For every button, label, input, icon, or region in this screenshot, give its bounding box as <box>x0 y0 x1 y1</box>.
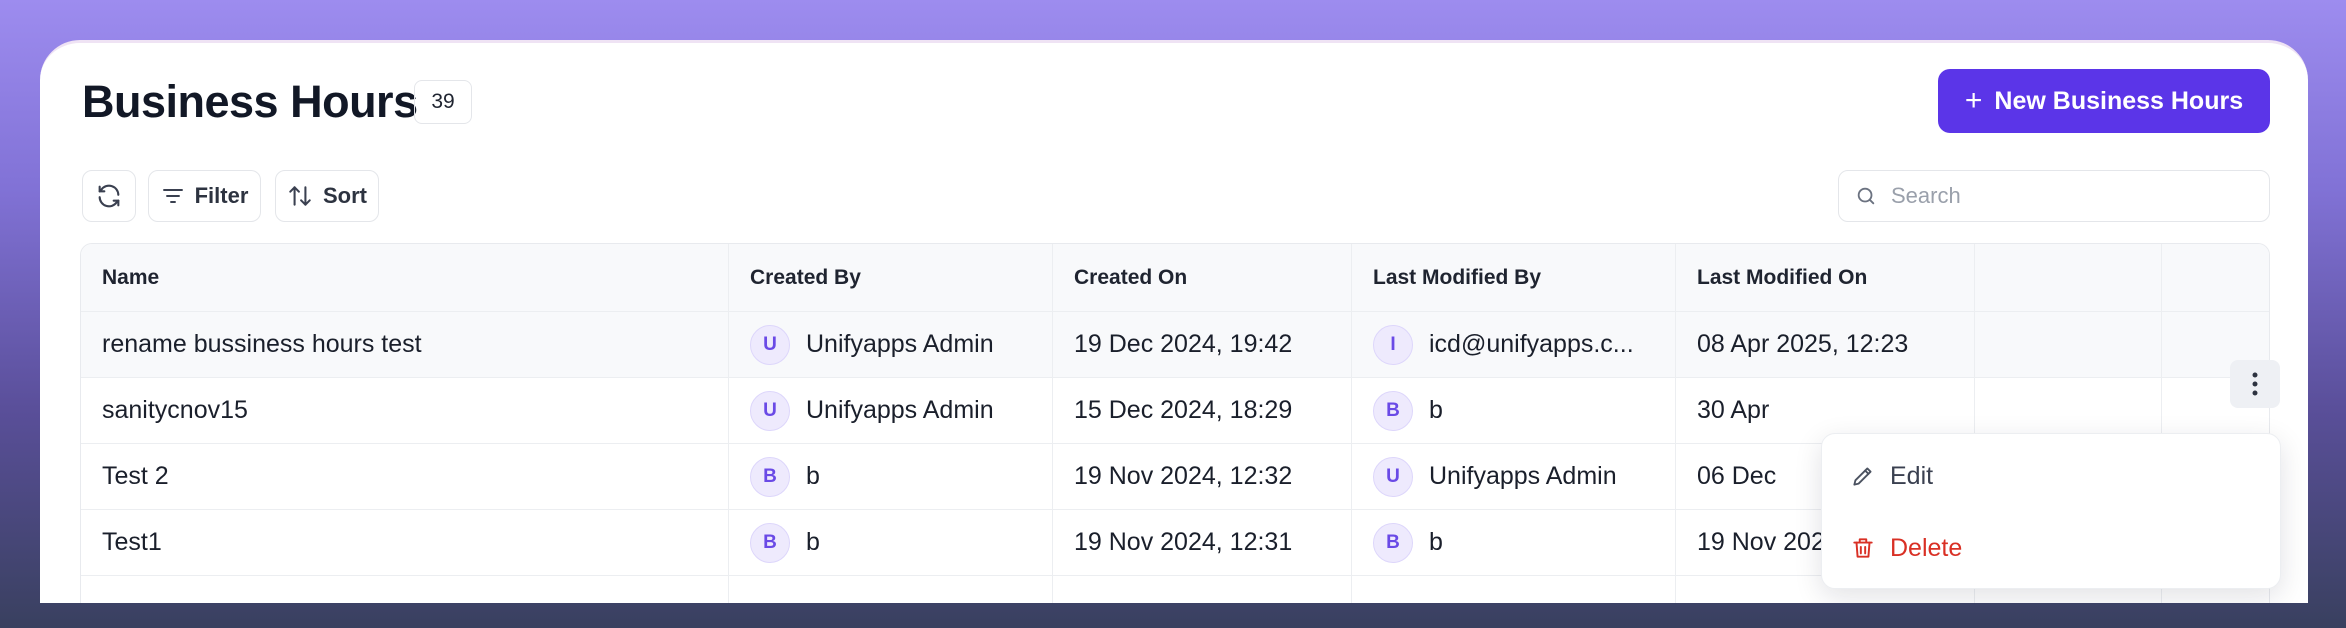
row-created-by: Bb <box>729 444 1053 509</box>
main-card: Business Hours 39 + New Business Hours F… <box>40 40 2308 603</box>
row-modified-by: Iicd@unifyapps.c... <box>1352 312 1676 377</box>
column-header-created-by[interactable]: Created By <box>729 244 1053 311</box>
sort-button[interactable]: Sort <box>275 170 379 222</box>
modified-by-name: b <box>1429 396 1443 424</box>
filter-label: Filter <box>194 183 249 208</box>
trash-icon <box>1853 538 1873 558</box>
avatar: I <box>1373 324 1413 365</box>
plus-icon: + <box>1964 84 1983 117</box>
row-name: Test 2 <box>81 444 729 509</box>
pencil-icon <box>1853 467 1872 486</box>
created-by-name: b <box>806 528 820 556</box>
count-badge: 39 <box>414 80 472 124</box>
avatar: U <box>1373 456 1413 497</box>
row-created-on: 19 Nov 2024, 12:32 <box>1053 444 1352 509</box>
column-header-empty <box>1975 244 2162 311</box>
row-empty-cell <box>1975 312 2162 377</box>
search-icon <box>1857 187 1875 205</box>
filter-icon <box>162 189 183 203</box>
filter-button[interactable]: Filter <box>148 170 261 222</box>
row-created-on <box>1053 576 1352 603</box>
row-modified-by <box>1352 576 1676 603</box>
avatar: B <box>1373 522 1413 563</box>
search-box[interactable] <box>1838 170 2270 222</box>
column-header-last-modified-by[interactable]: Last Modified By <box>1352 244 1676 311</box>
kebab-icon <box>2252 372 2258 396</box>
delete-menu-item[interactable]: Delete <box>1850 528 1962 568</box>
edit-label: Edit <box>1890 461 1934 490</box>
row-modified-by: Bb <box>1352 378 1676 443</box>
row-name: Test1 <box>81 510 729 575</box>
row-created-on: 19 Nov 2024, 12:31 <box>1053 510 1352 575</box>
modified-by-name: icd@unifyapps.c... <box>1429 330 1634 358</box>
row-created-by: U Unifyapps Admin <box>729 312 1053 377</box>
row-name <box>81 576 729 603</box>
row-created-by <box>729 576 1053 603</box>
created-by-name: b <box>806 462 820 490</box>
avatar: B <box>750 456 790 497</box>
created-by-name: Unifyapps Admin <box>806 396 994 424</box>
sort-label: Sort <box>323 183 367 208</box>
row-modified-on: 08 Apr 2025, 12:23 <box>1676 312 1975 377</box>
modified-by-name: b <box>1429 528 1443 556</box>
row-modified-by: Bb <box>1352 510 1676 575</box>
refresh-button[interactable] <box>82 170 136 222</box>
refresh-icon <box>98 184 120 208</box>
row-created-on: 15 Dec 2024, 18:29 <box>1053 378 1352 443</box>
row-modified-by: U Unifyapps Admin <box>1352 444 1676 509</box>
avatar: B <box>750 522 790 563</box>
column-header-name[interactable]: Name <box>81 244 729 311</box>
row-name: sanitycnov15 <box>81 378 729 443</box>
delete-label: Delete <box>1890 533 1963 562</box>
avatar: U <box>750 390 790 431</box>
table-row[interactable]: rename bussiness hours test U Unifyapps A… <box>81 312 2269 378</box>
sort-icon <box>289 186 311 206</box>
row-created-on: 19 Dec 2024, 19:42 <box>1053 312 1352 377</box>
avatar: U <box>750 324 790 365</box>
search-input[interactable] <box>1889 182 2253 210</box>
created-by-name: Unifyapps Admin <box>806 330 994 358</box>
row-created-by: U Unifyapps Admin <box>729 378 1053 443</box>
new-button-label: New Business Hours <box>1994 86 2244 115</box>
column-header-last-modified-on[interactable]: Last Modified On <box>1676 244 1975 311</box>
row-actions-menu: Edit Delete <box>1821 433 2281 589</box>
new-business-hours-button[interactable]: + New Business Hours <box>1938 69 2270 133</box>
edit-menu-item[interactable]: Edit <box>1850 456 1933 496</box>
column-header-actions <box>2162 244 2269 311</box>
modified-by-name: Unifyapps Admin <box>1429 462 1617 490</box>
row-created-by: Bb <box>729 510 1053 575</box>
row-actions-button[interactable] <box>2230 360 2280 408</box>
avatar: B <box>1373 390 1413 431</box>
row-name: rename bussiness hours test <box>81 312 729 377</box>
table-header-row: Name Created By Created On Last Modified… <box>81 244 2269 312</box>
column-header-created-on[interactable]: Created On <box>1053 244 1352 311</box>
page-title: Business Hours <box>82 76 418 127</box>
